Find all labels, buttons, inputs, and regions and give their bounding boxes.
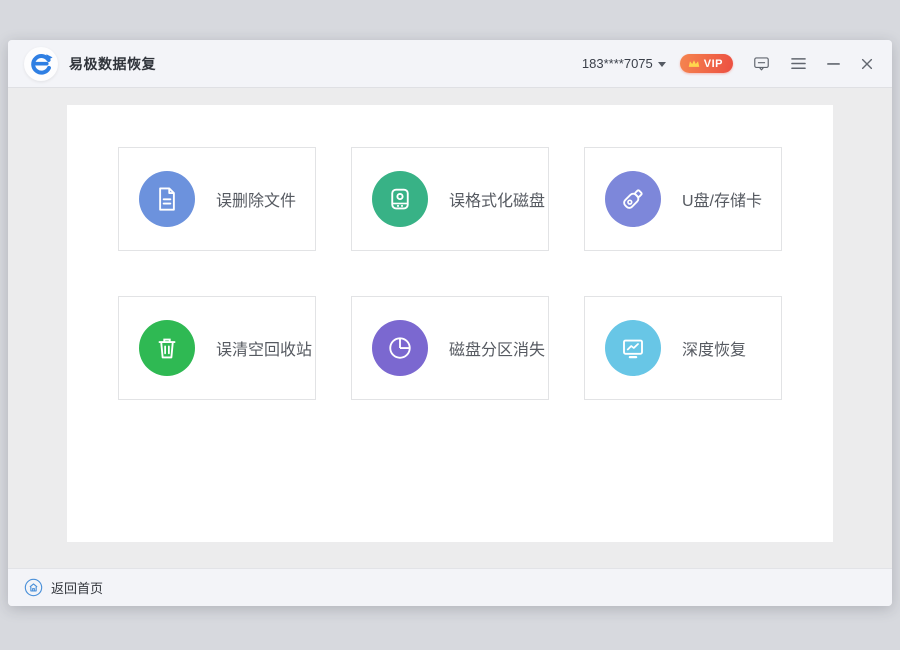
card-deleted-files[interactable]: 误删除文件: [118, 147, 316, 251]
card-label: U盘/存储卡: [682, 187, 762, 211]
minimize-icon: [826, 56, 841, 71]
title-bar: 易极数据恢复 183****7075 VIP: [8, 40, 892, 88]
card-label: 误格式化磁盘: [449, 187, 545, 211]
card-recycle-bin[interactable]: 误清空回收站: [118, 296, 316, 400]
hard-disk-icon: [372, 171, 428, 227]
close-button[interactable]: [860, 57, 874, 71]
card-label: 深度恢复: [682, 336, 746, 360]
back-home-button[interactable]: 返回首页: [24, 578, 103, 597]
menu-icon: [790, 56, 807, 71]
account-number: 183****7075: [582, 56, 653, 71]
card-label: 误删除文件: [216, 187, 296, 211]
footer-bar: 返回首页: [8, 568, 892, 606]
card-deep-recovery[interactable]: 深度恢复: [584, 296, 782, 400]
main-content: 误删除文件 误格式化磁盘: [8, 88, 892, 568]
logo-e-icon: [28, 51, 54, 77]
back-home-label: 返回首页: [51, 578, 103, 597]
card-lost-partition[interactable]: 磁盘分区消失: [351, 296, 549, 400]
account-dropdown[interactable]: 183****7075: [582, 56, 666, 71]
monitor-icon: [605, 320, 661, 376]
card-formatted-disk[interactable]: 误格式化磁盘: [351, 147, 549, 251]
pie-chart-icon: [372, 320, 428, 376]
vip-badge[interactable]: VIP: [680, 54, 733, 73]
document-icon: [139, 171, 195, 227]
app-window: 易极数据恢复 183****7075 VIP: [8, 40, 892, 606]
chevron-down-icon: [658, 62, 666, 67]
usb-drive-icon: [605, 171, 661, 227]
close-icon: [860, 57, 874, 71]
crown-icon: [688, 59, 700, 68]
app-title: 易极数据恢复: [69, 54, 156, 74]
card-label: 磁盘分区消失: [449, 336, 545, 360]
feedback-button[interactable]: [752, 54, 771, 73]
trash-icon: [139, 320, 195, 376]
vip-label: VIP: [704, 58, 723, 70]
menu-button[interactable]: [790, 56, 807, 71]
feedback-message-icon: [752, 54, 771, 73]
home-icon: [24, 578, 43, 597]
card-label: 误清空回收站: [216, 336, 312, 360]
recovery-modes-panel: 误删除文件 误格式化磁盘: [67, 105, 833, 542]
recovery-cards-grid: 误删除文件 误格式化磁盘: [118, 147, 782, 400]
card-usb-storage[interactable]: U盘/存储卡: [584, 147, 782, 251]
app-logo: [24, 47, 58, 81]
minimize-button[interactable]: [826, 56, 841, 71]
